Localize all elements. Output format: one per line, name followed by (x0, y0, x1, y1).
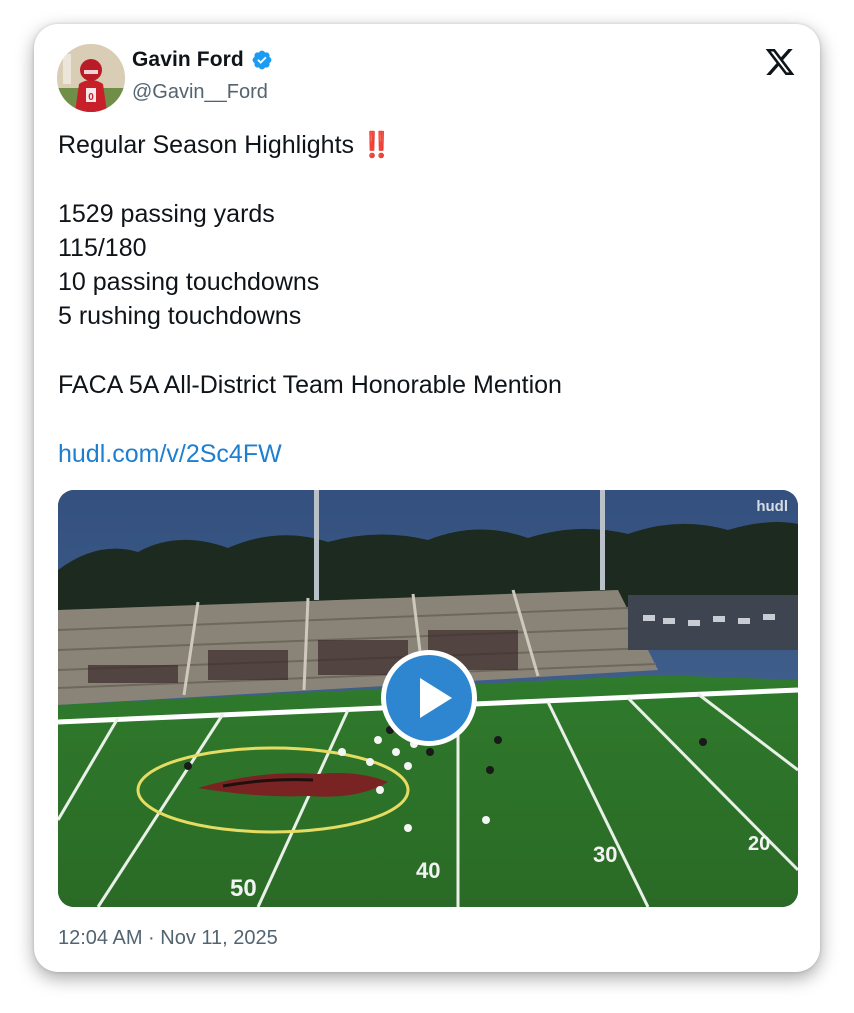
post-title-line: Regular Season Highlights ‼️ (58, 128, 798, 162)
honor-line: FACA 5A All-District Team Honorable Ment… (58, 371, 562, 400)
svg-text:0: 0 (88, 92, 94, 103)
author-name-row[interactable]: Gavin Ford (132, 48, 273, 72)
play-icon (420, 678, 452, 718)
hudl-watermark: hudl (756, 498, 788, 515)
x-logo-icon[interactable] (764, 46, 796, 78)
stat-line: 5 rushing touchdowns (58, 302, 302, 331)
post-card: 0 Gavin Ford @Gavin__Ford Regular Season… (34, 24, 820, 972)
author-display-name[interactable]: Gavin Ford (132, 48, 244, 72)
author-handle[interactable]: @Gavin__Ford (132, 81, 268, 104)
post-timestamp[interactable]: 12:04 AM · Nov 11, 2025 (58, 927, 278, 950)
stat-line: 115/180 (58, 233, 147, 262)
avatar-photo-icon: 0 (57, 44, 125, 112)
post-text: Regular Season Highlights ‼️ 1529 passin… (58, 128, 798, 471)
stat-line: 10 passing touchdowns (58, 268, 320, 297)
video-player[interactable]: 50 40 30 20 hudl (58, 490, 798, 907)
svg-text:50: 50 (230, 875, 257, 902)
svg-text:40: 40 (416, 858, 440, 883)
verified-badge-icon (252, 50, 272, 70)
avatar[interactable]: 0 (57, 44, 125, 112)
stat-line: 1529 passing yards (58, 199, 275, 228)
post-title: Regular Season Highlights (58, 131, 355, 159)
double-exclamation-icon: ‼️ (360, 131, 392, 159)
svg-text:20: 20 (748, 833, 770, 855)
play-button[interactable] (381, 650, 477, 746)
hudl-link[interactable]: hudl.com/v/2Sc4FW (58, 440, 282, 468)
svg-text:30: 30 (593, 842, 617, 867)
